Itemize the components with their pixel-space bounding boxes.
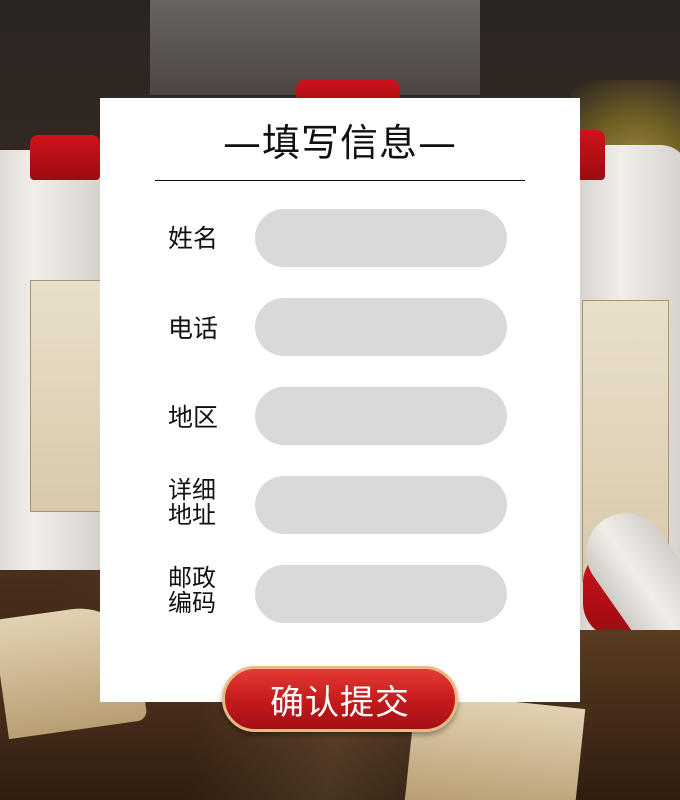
- bottle-label-left: [30, 280, 107, 512]
- address-input[interactable]: [255, 476, 507, 534]
- name-label: 姓名: [168, 224, 219, 253]
- postcode-label-line1: 邮政: [168, 564, 216, 592]
- postcode-label: 邮政 编码: [168, 566, 238, 616]
- address-label-line1: 详细: [168, 476, 216, 504]
- address-label: 详细 地址: [168, 478, 238, 528]
- title-divider: [155, 180, 525, 181]
- region-label: 地区: [168, 403, 219, 432]
- info-form-card: —填写信息— 姓名 电话 地区 详细 地址 邮政 编码: [100, 98, 580, 702]
- postcode-input[interactable]: [255, 565, 507, 623]
- submit-button[interactable]: 确认提交: [222, 666, 458, 732]
- region-input[interactable]: [255, 387, 507, 445]
- phone-input[interactable]: [255, 298, 507, 356]
- bottle-cap-left: [30, 135, 100, 180]
- postcode-label-line2: 编码: [168, 589, 216, 617]
- phone-label: 电话: [168, 314, 219, 343]
- name-input[interactable]: [255, 209, 507, 267]
- form-title: —填写信息—: [222, 121, 457, 165]
- address-label-line2: 地址: [168, 501, 216, 529]
